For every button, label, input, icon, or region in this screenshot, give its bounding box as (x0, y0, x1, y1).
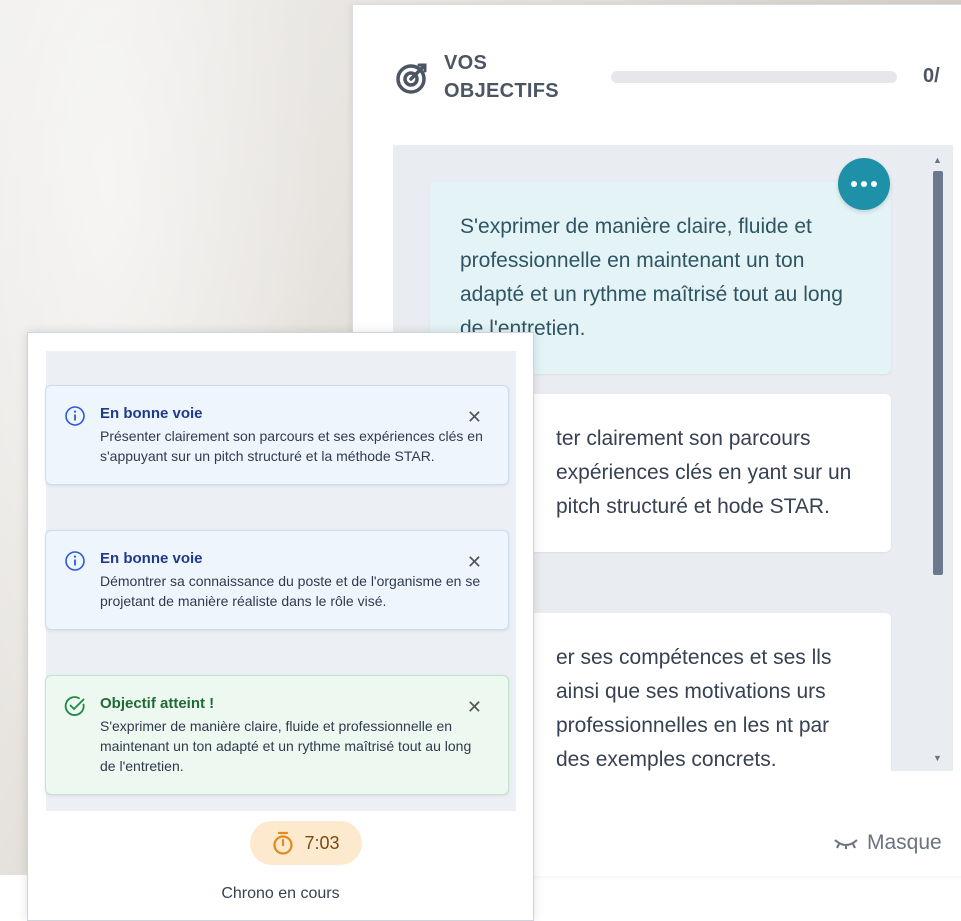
ellipsis-icon (851, 181, 857, 187)
toast-message: S'exprimer de manière claire, fluide et … (100, 718, 472, 774)
timer-value: 7:03 (304, 832, 340, 853)
close-icon[interactable]: ✕ (467, 408, 482, 426)
target-icon (396, 63, 427, 94)
more-options-button[interactable] (838, 158, 890, 210)
close-icon[interactable]: ✕ (467, 553, 482, 571)
objectives-title: VOS OBJECTIFS (444, 52, 559, 102)
stopwatch-icon (273, 831, 294, 855)
objectives-scrollbar[interactable]: ▲ ▼ (931, 153, 943, 779)
objective-card-text: S'exprimer de manière claire, fluide et … (460, 215, 843, 340)
toast-message: Démontrer sa connaissance du poste et de… (100, 573, 481, 609)
timer-badge: 7:03 (250, 821, 362, 865)
check-circle-icon (64, 696, 85, 716)
toast-title: En bonne voie (100, 405, 203, 422)
objectives-count: 0/ (923, 65, 940, 87)
scroll-up-icon[interactable]: ▲ (933, 155, 942, 165)
scroll-down-icon[interactable]: ▼ (933, 753, 942, 763)
eye-closed-icon (834, 839, 858, 849)
timer-status: Chrono en cours (221, 885, 340, 902)
notifications-panel: En bonne voie Présenter clairement son p… (27, 332, 534, 921)
toast-message: Présenter clairement son parcours et ses… (100, 428, 483, 464)
close-icon[interactable]: ✕ (467, 698, 482, 716)
toast-title: Objectif atteint ! (100, 695, 215, 712)
hide-objectives-label: Masque (867, 831, 942, 854)
objective-card-text: ter clairement son parcours expériences … (556, 427, 852, 518)
toast-objective-achieved: Objectif atteint ! S'exprimer de manière… (45, 675, 509, 795)
scrollbar-thumb[interactable] (933, 171, 943, 575)
objectives-header: VOS OBJECTIFS 0/ (353, 5, 961, 145)
toast-title: En bonne voie (100, 550, 203, 567)
objectives-progress-bar (611, 71, 897, 83)
objective-card-text: er ses compétences et ses lls ainsi que … (556, 646, 832, 771)
hide-objectives-button[interactable]: Masque (833, 831, 942, 855)
info-icon (65, 551, 85, 571)
info-icon (65, 406, 85, 426)
toast-on-track-1: En bonne voie Présenter clairement son p… (45, 385, 509, 485)
toast-on-track-2: En bonne voie Démontrer sa connaissance … (45, 530, 509, 630)
